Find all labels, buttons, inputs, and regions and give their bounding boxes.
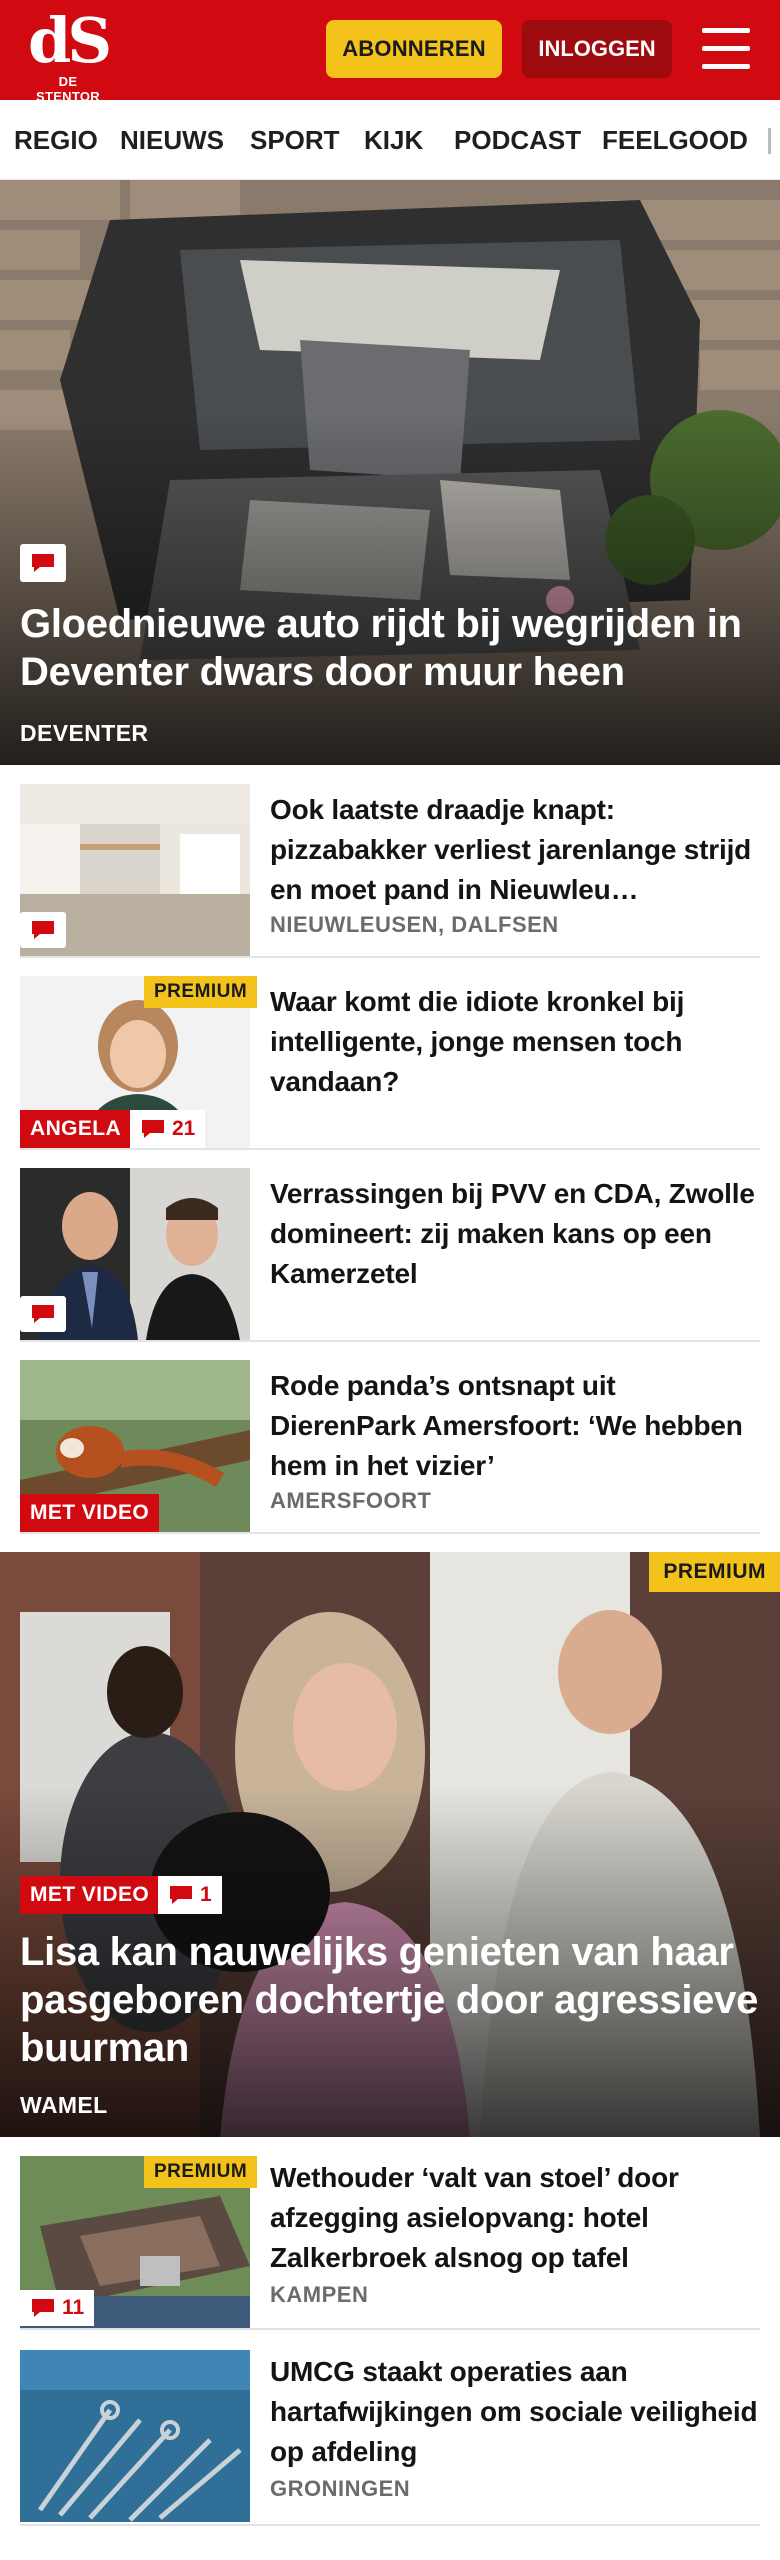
video-badge: MET VIDEO <box>20 1494 160 1532</box>
comment-icon <box>170 1886 192 1904</box>
article-card-rode-panda[interactable]: MET VIDEO Rode panda’s ontsnapt uit Dier… <box>20 1346 760 1534</box>
nav-item-regio[interactable]: REGIO <box>14 100 98 179</box>
premium-badge: PREMIUM <box>144 976 258 1008</box>
section-nav: REGIO NIEUWS SPORT KIJK PODCAST FEELGOOD <box>0 100 780 180</box>
comment-icon <box>142 1120 164 1138</box>
hero-title[interactable]: Lisa kan nauwelijks genieten van haar pa… <box>20 1928 760 2072</box>
comments-chip <box>20 544 66 582</box>
comment-icon <box>32 921 54 939</box>
hero-article-wamel[interactable]: PREMIUM MET VIDEO 1 Lisa kan nauwelijks … <box>0 1552 780 2137</box>
article-title[interactable]: Ook laatste draadje knapt: pizzabakker v… <box>270 790 760 910</box>
article-title[interactable]: Rode panda’s ontsnapt uit DierenPark Ame… <box>270 1366 760 1486</box>
comments-count-badge: 1 <box>158 1876 222 1914</box>
premium-badge: PREMIUM <box>144 2156 258 2188</box>
article-card-kamerzetel[interactable]: Verrassingen bij PVV en CDA, Zwolle domi… <box>20 1154 760 1342</box>
logo-mark: dS <box>28 4 112 77</box>
comments-count: 21 <box>172 1117 196 1140</box>
login-button[interactable]: INLOGGEN <box>522 20 672 78</box>
hero-location: DEVENTER <box>20 720 149 746</box>
nav-item-nieuws[interactable]: NIEUWS <box>120 100 224 179</box>
article-card-column-angela[interactable]: PREMIUM ANGELA 21 Waar komt die idiote k… <box>20 962 760 1150</box>
comment-icon <box>32 1305 54 1323</box>
site-logo[interactable]: dS DE STENTOR <box>28 4 118 105</box>
menu-icon[interactable] <box>700 26 752 72</box>
nav-item-podcast[interactable]: PODCAST <box>454 100 581 179</box>
premium-badge: PREMIUM <box>649 1552 780 1592</box>
author-badge: ANGELA <box>20 1110 132 1148</box>
comments-count-badge: 21 <box>130 1110 206 1148</box>
article-title[interactable]: Waar komt die idiote kronkel bij intelli… <box>270 982 760 1102</box>
comment-icon <box>32 2299 54 2317</box>
hero-article-deventer[interactable]: Gloednieuwe auto rijdt bij wegrijden in … <box>0 180 780 765</box>
article-title[interactable]: UMCG staakt operaties aan hartafwijkinge… <box>270 2352 760 2472</box>
top-bar: dS DE STENTOR ABONNEREN INLOGGEN <box>0 0 780 105</box>
nav-item-feelgood[interactable]: FEELGOOD <box>602 100 748 179</box>
article-location: NIEUWLEUSEN, DALFSEN <box>270 912 559 937</box>
comments-count: 11 <box>62 2296 85 2319</box>
comments-chip <box>20 912 66 948</box>
article-location: GRONINGEN <box>270 2476 411 2501</box>
article-card-umcg[interactable]: UMCG staakt operaties aan hartafwijkinge… <box>20 2334 760 2526</box>
article-title[interactable]: Wethouder ‘valt van stoel’ door afzeggin… <box>270 2158 760 2278</box>
comments-chip <box>20 1296 66 1332</box>
article-location: KAMPEN <box>270 2282 369 2307</box>
hero-location: WAMEL <box>20 2092 108 2118</box>
comment-icon <box>32 554 54 572</box>
nav-item-kijk[interactable]: KIJK <box>364 100 423 179</box>
thumbnail-surgical-tools <box>20 2350 250 2522</box>
video-badge: MET VIDEO <box>20 1876 160 1914</box>
nav-overflow-indicator <box>768 128 771 154</box>
subscribe-button[interactable]: ABONNEREN <box>326 20 502 78</box>
article-location: AMERSFOORT <box>270 1488 432 1513</box>
article-card-zalkerbroek[interactable]: PREMIUM 11 Wethouder ‘valt van stoel’ do… <box>20 2140 760 2330</box>
hero-title[interactable]: Gloednieuwe auto rijdt bij wegrijden in … <box>20 600 760 696</box>
nav-item-sport[interactable]: SPORT <box>250 100 340 179</box>
comments-count-badge: 11 <box>20 2290 95 2326</box>
comments-count: 1 <box>200 1883 212 1906</box>
article-title[interactable]: Verrassingen bij PVV en CDA, Zwolle domi… <box>270 1174 760 1294</box>
article-card-pizzabakker[interactable]: Ook laatste draadje knapt: pizzabakker v… <box>20 770 760 958</box>
hero-gradient <box>0 414 780 765</box>
